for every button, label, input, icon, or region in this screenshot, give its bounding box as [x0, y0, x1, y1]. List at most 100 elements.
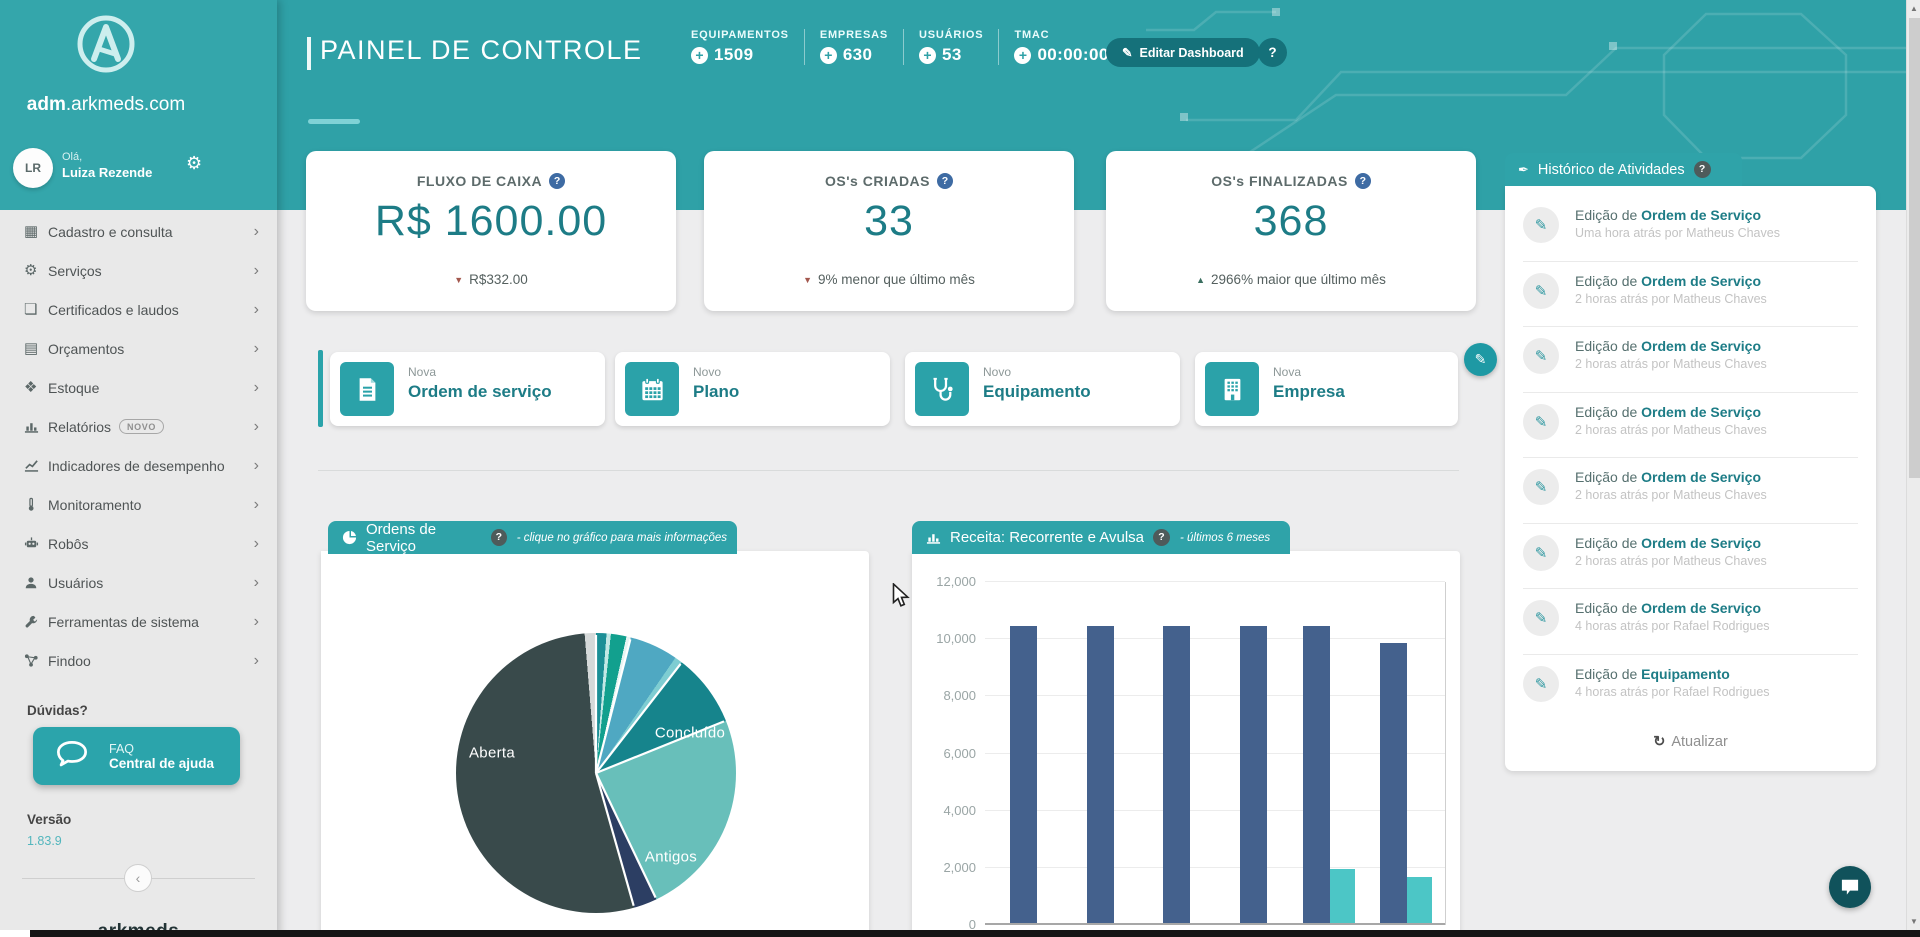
kpi-title: OS's CRIADAS: [825, 173, 930, 189]
sidebar-menu: ▦ Cadastro e consulta › ⚙ Serviços › ❏ C…: [0, 212, 277, 680]
activity-title: Edição de Equipamento: [1575, 666, 1770, 682]
content-divider: [318, 470, 1459, 471]
help-icon[interactable]: ?: [549, 173, 565, 189]
user-settings-gear-icon[interactable]: ⚙: [186, 153, 202, 174]
user-avatar[interactable]: LR: [13, 148, 53, 188]
activity-item[interactable]: ✎ Edição de Ordem de Serviço 2 horas atr…: [1523, 262, 1858, 328]
chevron-right-icon: ›: [254, 342, 259, 356]
pie-chart-icon: [342, 530, 357, 545]
quill-icon: ✒: [1518, 162, 1529, 178]
sidebar-item-estoque[interactable]: ❖ Estoque ›: [0, 368, 277, 407]
orders-pie-chart[interactable]: [456, 633, 736, 913]
activity-title: Edição de Ordem de Serviço: [1575, 535, 1767, 551]
quick-action-prefix: Novo: [693, 365, 739, 379]
quick-action-nova-ordem-de-servico[interactable]: Nova Ordem de serviço: [330, 352, 605, 426]
page-scrollbar[interactable]: ▲ ▼: [1906, 0, 1920, 937]
gridline: [985, 810, 1445, 811]
sidebar-item-servicos[interactable]: ⚙ Serviços ›: [0, 251, 277, 290]
document-icon: [340, 362, 394, 416]
activity-item[interactable]: ✎ Edição de Ordem de Serviço Uma hora at…: [1523, 196, 1858, 262]
sidebar-item-indicadores-de-desempenho[interactable]: Indicadores de desempenho ›: [0, 446, 277, 485]
pie-label-aberta: Aberta: [469, 745, 515, 762]
pencil-icon: ✎: [1523, 338, 1559, 374]
chevron-right-icon: ›: [254, 615, 259, 629]
y-axis-tick: 10,000: [936, 631, 976, 646]
bar-recorrente[interactable]: [1303, 626, 1330, 923]
sidebar-item-robos[interactable]: Robôs ›: [0, 524, 277, 563]
pencil-icon: ✎: [1122, 45, 1132, 60]
edit-dashboard-button[interactable]: ✎ Editar Dashboard: [1106, 38, 1260, 67]
sidebar-item-relatorios[interactable]: Relatórios NOVO ›: [0, 407, 277, 446]
chat-fab-button[interactable]: [1829, 866, 1871, 908]
bar-recorrente[interactable]: [1087, 626, 1114, 923]
edit-quick-actions-button[interactable]: ✎: [1464, 343, 1497, 376]
activity-title: Edição de Ordem de Serviço: [1575, 600, 1770, 616]
chevron-right-icon: ›: [254, 264, 259, 278]
thermometer-icon: [24, 497, 48, 513]
faq-help-button[interactable]: FAQ Central de ajuda: [33, 727, 240, 785]
activity-item[interactable]: ✎ Edição de Ordem de Serviço 2 horas atr…: [1523, 327, 1858, 393]
activity-item[interactable]: ✎ Edição de Ordem de Serviço 4 horas atr…: [1523, 589, 1858, 655]
sidebar-item-findoo[interactable]: Findoo ›: [0, 641, 277, 680]
quick-action-novo-equipamento[interactable]: Novo Equipamento: [905, 352, 1180, 426]
sidebar-item-ferramentas-de-sistema[interactable]: Ferramentas de sistema ›: [0, 602, 277, 641]
activity-meta: 4 horas atrás por Rafael Rodrigues: [1575, 619, 1770, 633]
quick-action-nova-empresa[interactable]: Nova Empresa: [1195, 352, 1458, 426]
bar-avulsa[interactable]: [1330, 869, 1355, 923]
sidebar-item-monitoramento[interactable]: Monitoramento ›: [0, 485, 277, 524]
refresh-activities-button[interactable]: ↻Atualizar: [1505, 734, 1876, 750]
network-icon: [24, 653, 48, 669]
activity-item[interactable]: ✎ Edição de Equipamento 4 horas atrás po…: [1523, 655, 1858, 721]
bar-recorrente[interactable]: [1010, 626, 1037, 923]
pie-chart-panel: Aberta Concluído Antigos: [321, 551, 869, 937]
sidebar-item-orcamentos[interactable]: ▤ Orçamentos ›: [0, 329, 277, 368]
gridline: [985, 638, 1445, 639]
plus-circle-icon: +: [919, 47, 936, 64]
bar-recorrente[interactable]: [1163, 626, 1190, 923]
revenue-bar-chart[interactable]: 02,0004,0006,0008,00010,00012,000: [985, 582, 1445, 925]
pie-chart-header: Ordens de Serviço ? - clique no gráfico …: [328, 521, 737, 554]
quick-action-label: Empresa: [1273, 382, 1345, 402]
quick-action-novo-plano[interactable]: Novo Plano: [615, 352, 890, 426]
activity-item[interactable]: ✎ Edição de Ordem de Serviço 2 horas atr…: [1523, 524, 1858, 590]
scrollbar-thumb[interactable]: [1909, 18, 1920, 478]
bar-recorrente[interactable]: [1240, 626, 1267, 923]
kpi-card-os-s-finalizadas: OS's FINALIZADAS ? 368 ▲ 2966% maior que…: [1106, 151, 1476, 311]
help-icon[interactable]: ?: [1694, 161, 1711, 178]
chevron-right-icon: ›: [254, 498, 259, 512]
services-gear-icon: ⚙: [24, 263, 48, 278]
chevron-right-icon: ›: [254, 225, 259, 239]
chat-bubble-icon: [55, 739, 89, 774]
activity-panel-title: Histórico de Atividades: [1538, 162, 1685, 178]
help-icon[interactable]: ?: [491, 529, 507, 546]
plus-circle-icon: +: [820, 47, 837, 64]
quick-actions-accent-bar: [318, 350, 323, 427]
quick-action-prefix: Novo: [983, 365, 1091, 379]
bar-recorrente[interactable]: [1380, 643, 1407, 923]
sidebar-item-cadastro-e-consulta[interactable]: ▦ Cadastro e consulta ›: [0, 212, 277, 251]
collapse-sidebar-button[interactable]: ‹: [124, 864, 152, 892]
version-value[interactable]: 1.83.9: [27, 834, 62, 848]
stat-label: EMPRESAS: [820, 29, 888, 41]
scrollbar-up-arrow[interactable]: ▲: [1907, 4, 1920, 13]
help-icon[interactable]: ?: [1355, 173, 1371, 189]
sidebar: adm.arkmeds.com LR Olá, Luiza Rezende ⚙ …: [0, 0, 277, 937]
sidebar-item-certificados-e-laudos[interactable]: ❏ Certificados e laudos ›: [0, 290, 277, 329]
stat-label: TMAC: [1014, 29, 1108, 41]
scrollbar-down-arrow[interactable]: ▼: [1907, 917, 1920, 926]
bottom-edge-strip: [30, 930, 1920, 937]
refresh-icon: ↻: [1653, 734, 1665, 750]
help-icon[interactable]: ?: [1153, 529, 1170, 546]
activity-item[interactable]: ✎ Edição de Ordem de Serviço 2 horas atr…: [1523, 393, 1858, 459]
activity-item[interactable]: ✎ Edição de Ordem de Serviço 2 horas atr…: [1523, 458, 1858, 524]
building-icon: [1205, 362, 1259, 416]
performance-icon: [24, 458, 48, 474]
bar-avulsa[interactable]: [1407, 877, 1432, 923]
kpi-card-fluxo-de-caixa: FLUXO DE CAIXA ? R$ 1600.00 ▼ R$332.00: [306, 151, 676, 311]
sidebar-item-usuarios[interactable]: Usuários ›: [0, 563, 277, 602]
pencil-icon: ✎: [1523, 404, 1559, 440]
activity-meta: 2 horas atrás por Matheus Chaves: [1575, 357, 1767, 371]
bar-chart-header: Receita: Recorrente e Avulsa ? - últimos…: [912, 521, 1290, 554]
dashboard-help-button[interactable]: ?: [1258, 38, 1287, 67]
help-icon[interactable]: ?: [937, 173, 953, 189]
